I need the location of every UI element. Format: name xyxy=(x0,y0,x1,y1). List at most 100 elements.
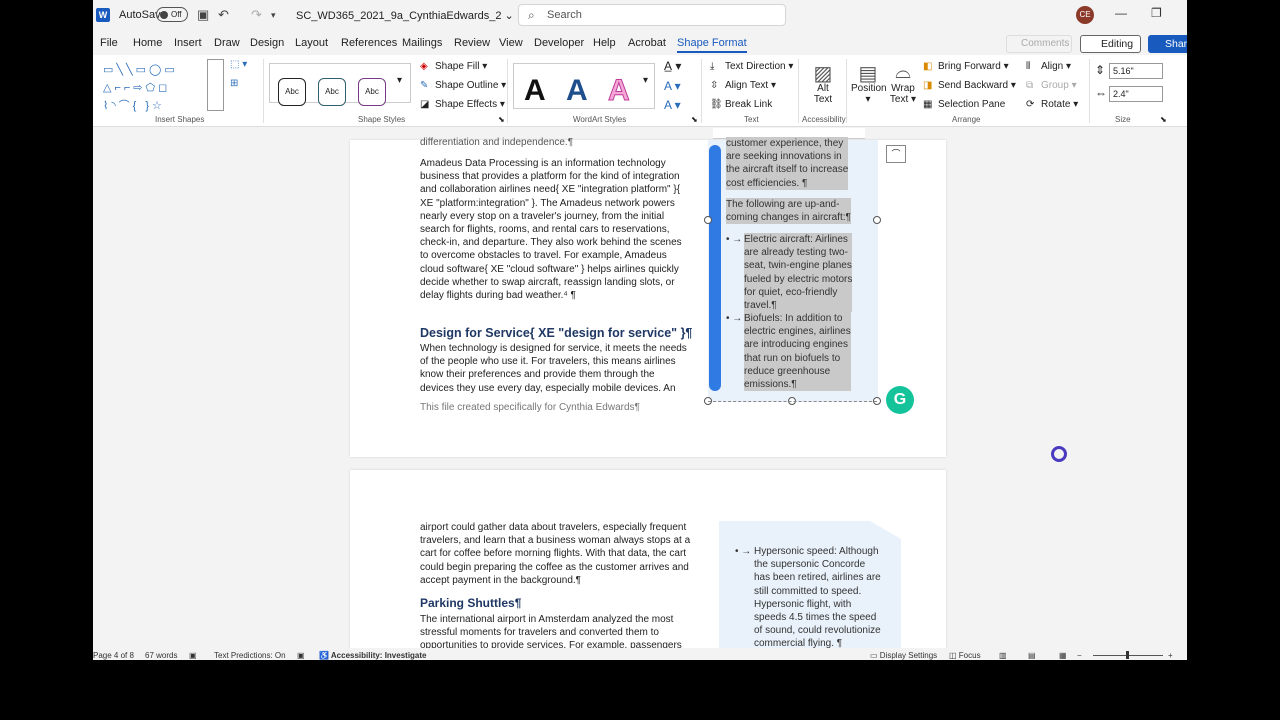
position-button[interactable]: ▤ Position ▾ xyxy=(851,61,887,105)
send-backward-button[interactable]: ◨ Send Backward ▾ xyxy=(923,80,1016,91)
autosave-toggle[interactable]: Off xyxy=(156,7,188,22)
tab-acrobat[interactable]: Acrobat xyxy=(628,37,666,49)
tab-help[interactable]: Help xyxy=(593,37,616,49)
web-layout-icon[interactable]: ▦ xyxy=(1059,651,1067,660)
zoom-in-icon[interactable]: + xyxy=(1168,651,1173,660)
sidebar-bullet-electric: Electric aircraft: Airlines are already … xyxy=(744,233,853,313)
size-launcher-icon[interactable]: ⬊ xyxy=(1160,115,1167,124)
editing-mode-button[interactable]: Editing ⌄ xyxy=(1080,35,1141,66)
shape-style-1[interactable]: Abc xyxy=(278,78,306,106)
tab-view[interactable]: View xyxy=(499,37,523,49)
tab-developer[interactable]: Developer xyxy=(534,37,584,49)
wordart-more-icon[interactable]: ▾ xyxy=(643,75,648,86)
shape-styles-launcher-icon[interactable]: ⬊ xyxy=(498,115,505,124)
tab-layout[interactable]: Layout xyxy=(295,37,328,49)
align-icon: ⫴ xyxy=(1026,61,1031,72)
tab-shape-format[interactable]: Shape Format xyxy=(677,37,747,53)
shape-style-3[interactable]: Abc xyxy=(358,78,386,106)
paragraph-parking-shuttles[interactable]: The international airport in Amsterdam a… xyxy=(420,613,682,653)
group-button[interactable]: ⧉ Group ▾ xyxy=(1026,80,1077,91)
grammarly-icon[interactable]: G xyxy=(886,386,914,414)
minimize-icon[interactable]: — xyxy=(1115,6,1127,20)
shapes-gallery[interactable]: ▭╲╲▭◯▭ △⌐⌐⇨⬠◻ ⌇◝⌒{ }☆ xyxy=(103,61,219,113)
undo-icon[interactable]: ↶ xyxy=(218,7,229,23)
search-input[interactable]: ⌕ Search xyxy=(518,4,786,26)
heading-parking-shuttles[interactable]: Parking Shuttles¶ xyxy=(420,596,521,610)
tab-mailings[interactable]: Mailings xyxy=(402,37,442,49)
word-count[interactable]: 67 words xyxy=(145,651,177,660)
text-direction-button[interactable]: ⤓ Text Direction ▾ xyxy=(710,61,793,72)
tab-review[interactable]: Review xyxy=(454,37,490,49)
layout-options-icon[interactable]: ⌒ xyxy=(886,145,906,163)
alt-text-icon: ▨ xyxy=(813,63,833,85)
selection-pane-button[interactable]: ▦ Selection Pane xyxy=(923,99,1005,110)
shape-fill-button[interactable]: ◈ Shape Fill ▾ xyxy=(420,61,487,72)
tab-draw[interactable]: Draw xyxy=(214,37,240,49)
wordart-style-3[interactable]: A xyxy=(608,74,631,108)
save-icon[interactable]: ▣ xyxy=(197,7,209,23)
text-fill-icon[interactable]: A̲ ▾ xyxy=(664,59,681,73)
document-title[interactable]: SC_WD365_2021_9a_CynthiaEdwards_2 ⌄ xyxy=(296,9,514,22)
shape-style-2[interactable]: Abc xyxy=(318,78,346,106)
break-link-button[interactable]: ⛓ Break Link xyxy=(710,99,772,110)
text-outline-icon[interactable]: A ▾ xyxy=(664,79,681,93)
comments-button[interactable]: Comments xyxy=(1006,35,1072,53)
align-text-button[interactable]: ⇳ Align Text ▾ xyxy=(710,80,776,91)
text-effects-icon[interactable]: A ▾ xyxy=(664,98,681,112)
resize-handle-right[interactable] xyxy=(873,216,881,224)
share-button[interactable]: Share xyxy=(1148,35,1187,53)
paragraph-design-for-service[interactable]: When technology is designed for service,… xyxy=(420,342,687,395)
tab-file[interactable]: File xyxy=(100,37,118,49)
shape-effects-button[interactable]: ◪ Shape Effects ▾ xyxy=(420,99,505,110)
edit-shape-icon[interactable]: ⬚ ▾ xyxy=(230,59,247,70)
accessibility-status[interactable]: ♿ Accessibility: Investigate xyxy=(319,651,426,660)
heading-design-for-service[interactable]: Design for Service{ XE "design for servi… xyxy=(420,326,692,340)
display-settings-button[interactable]: ▭ Display Settings xyxy=(870,651,937,660)
align-button[interactable]: ⫴ Align ▾ xyxy=(1026,61,1071,72)
shape-outline-button[interactable]: ✎ Shape Outline ▾ xyxy=(420,80,506,91)
shape-styles-more-icon[interactable]: ▾ xyxy=(397,75,402,86)
wordart-style-1[interactable]: A xyxy=(524,74,546,108)
tab-references[interactable]: References xyxy=(341,37,397,49)
restore-icon[interactable]: ❐ xyxy=(1151,6,1162,20)
sidebar-text-box-page2[interactable]: • → Hypersonic speed: Although the super… xyxy=(719,521,901,660)
break-link-icon: ⛓ xyxy=(710,99,723,110)
rotate-button[interactable]: ⟳ Rotate ▾ xyxy=(1026,99,1078,110)
redo-icon[interactable]: ↷ xyxy=(251,7,262,23)
document-page-2[interactable]: airport could gather data about traveler… xyxy=(350,470,946,660)
text-line: accept payment in the background.¶ xyxy=(420,574,582,586)
tab-design[interactable]: Design xyxy=(250,37,284,49)
print-layout-icon[interactable]: ▤ xyxy=(1028,651,1036,660)
document-page-1[interactable]: differentiation and independence.¶ Amade… xyxy=(350,137,946,457)
wrap-text-button[interactable]: ⌓ Wrap Text ▾ xyxy=(889,61,917,105)
alt-text-button[interactable]: ▨ Alt Text xyxy=(807,61,839,105)
text-box-scroll-indicator[interactable] xyxy=(709,145,721,391)
zoom-slider-thumb[interactable] xyxy=(1126,651,1129,659)
text-direction-icon: ⤓ xyxy=(710,61,715,72)
read-mode-icon[interactable]: ▥ xyxy=(999,651,1007,660)
page-count[interactable]: Page 4 of 8 xyxy=(93,651,134,660)
resize-handle-left[interactable] xyxy=(704,216,712,224)
avatar[interactable]: CE xyxy=(1076,6,1094,24)
paragraph-amadeus[interactable]: Amadeus Data Processing is an informatio… xyxy=(420,157,682,302)
draw-textbox-icon[interactable]: ⊞ xyxy=(230,78,238,89)
text-line: are already testing two- xyxy=(744,246,853,260)
proofing-icon[interactable]: ▣ xyxy=(189,651,197,660)
macro-icon[interactable]: ▣ xyxy=(297,651,305,660)
zoom-out-icon[interactable]: − xyxy=(1077,651,1082,660)
wordart-launcher-icon[interactable]: ⬊ xyxy=(691,115,698,124)
text-line: decide whether to swap aircraft, reassig… xyxy=(420,276,675,288)
sidebar-text-box[interactable]: customer experience, they are seeking in… xyxy=(708,137,878,402)
customize-toolbar-icon[interactable]: ▾ xyxy=(271,10,276,21)
tab-home[interactable]: Home xyxy=(133,37,162,49)
text-line: XE "platform:integration" }. The Amadeus… xyxy=(420,197,675,209)
bring-forward-button[interactable]: ◧ Bring Forward ▾ xyxy=(923,61,1009,72)
tab-insert[interactable]: Insert xyxy=(174,37,202,49)
shape-width-field[interactable]: 2.4" xyxy=(1109,86,1163,102)
shapes-more-button[interactable] xyxy=(207,59,224,111)
text-predictions-status[interactable]: Text Predictions: On xyxy=(214,651,286,660)
focus-button[interactable]: ◫ Focus xyxy=(949,651,981,660)
wordart-style-2[interactable]: A xyxy=(566,74,588,108)
shape-height-field[interactable]: 5.16" xyxy=(1109,63,1163,79)
paragraph-airport-data[interactable]: airport could gather data about traveler… xyxy=(420,521,690,587)
